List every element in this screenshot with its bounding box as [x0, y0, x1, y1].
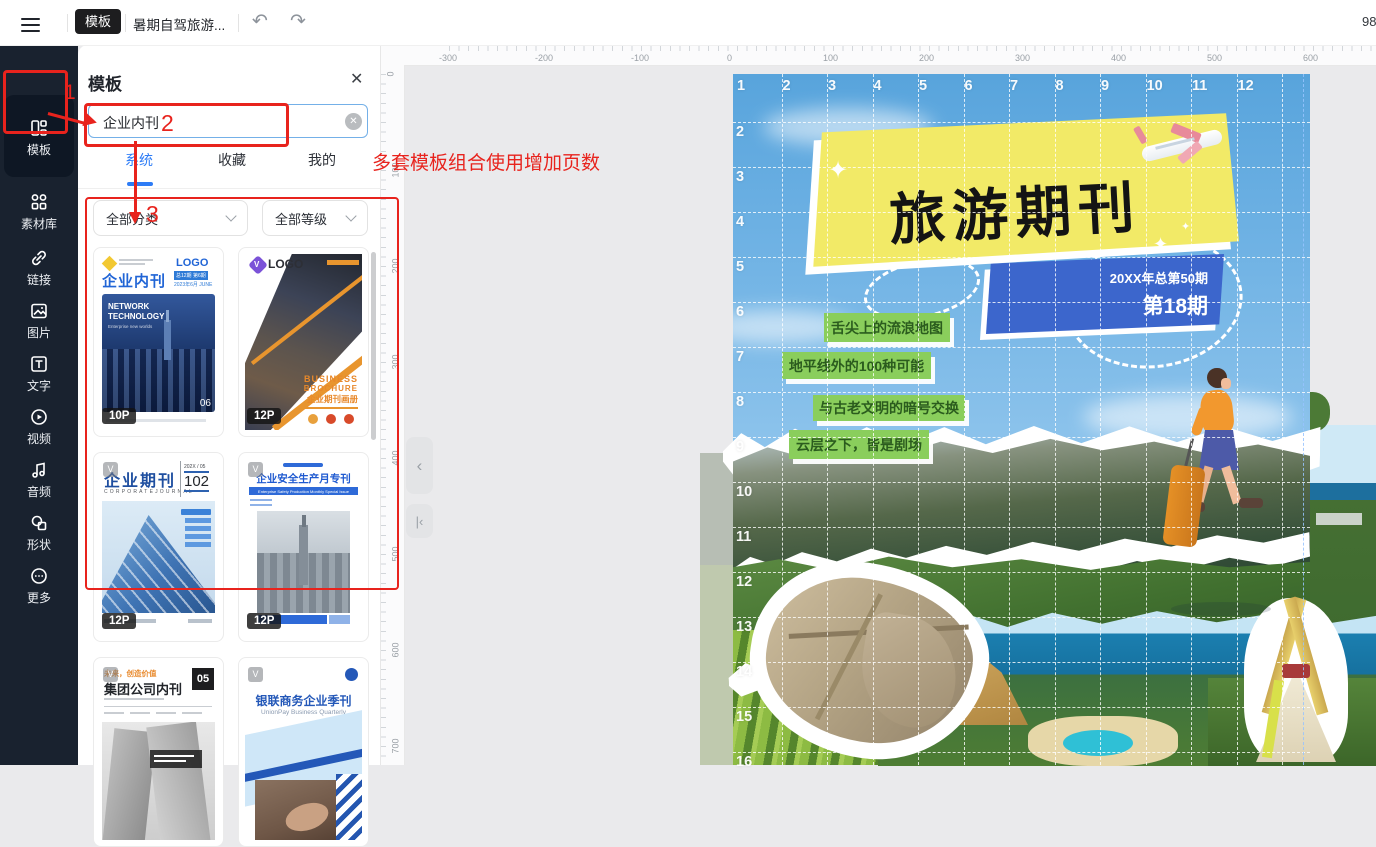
left-sidebar: 模板 素材库 链接 图片 文字 视频 音频 形状 更多 — [0, 45, 78, 765]
ruler-label: 100 — [823, 53, 838, 63]
poster-title-wrap[interactable]: 旅游期刊 — [853, 154, 1178, 266]
clear-search-icon[interactable]: ✕ — [345, 113, 362, 130]
sparkle-icon: ✦ — [1181, 220, 1190, 233]
sparkle-icon: ✦ — [828, 156, 848, 185]
image-icon — [29, 301, 49, 321]
sidebar-item-more[interactable]: 更多 — [0, 561, 78, 611]
traveler-illustration — [1143, 366, 1253, 546]
ruler-label: 700 — [391, 738, 401, 753]
horizontal-ruler[interactable]: -300 -200 -100 0 100 200 300 400 500 600 — [404, 45, 1376, 66]
annotation-number-3: 3 — [146, 201, 159, 228]
undo-icon[interactable]: ↶ — [248, 10, 272, 33]
topic-label[interactable]: 与古老文明的暗号交换 — [813, 395, 965, 421]
topic-label[interactable]: 云层之下，皆是剧场 — [789, 430, 929, 459]
issue-line1: 20XX年总第50期 — [1110, 268, 1208, 287]
annotation-arrow-2 — [134, 141, 137, 213]
text-icon — [29, 354, 49, 374]
annotation-box-step3 — [85, 197, 399, 590]
sparkle-icon: ✦ — [1153, 234, 1168, 255]
ruler-label: 0 — [727, 53, 732, 63]
sidebar-item-assets[interactable]: 素材库 — [0, 187, 78, 237]
collapse-panel-button[interactable]: ‹ — [406, 437, 433, 494]
active-tab-underline — [127, 182, 153, 186]
ruler-label: 600 — [1303, 53, 1318, 63]
topic-label[interactable]: 地平线外的100种可能 — [782, 352, 931, 379]
poster-page[interactable]: 20XX年总第50期 第18期 旅游期刊 ✦ ✦ ✦ — [733, 74, 1310, 765]
page-count-badge: 12P — [247, 613, 281, 629]
annotation-note: 多套模板组合使用增加页数 — [372, 148, 600, 175]
page-overflow-dimmed — [700, 565, 733, 765]
ruler-label: -100 — [631, 53, 649, 63]
annotation-number-1: 1 — [64, 81, 76, 105]
tab-favorites[interactable]: 收藏 — [218, 150, 246, 170]
ruler-label: 400 — [1111, 53, 1126, 63]
zoom-percent[interactable]: 98 — [1362, 14, 1376, 29]
building — [1316, 513, 1362, 525]
sidebar-item-audio[interactable]: 音频 — [0, 455, 78, 505]
teepee-cutout — [1238, 594, 1370, 765]
annotation-box-step2 — [84, 103, 289, 147]
design-editor-app: { "topbar": { "template_pill": "模板", "do… — [0, 0, 1376, 765]
ruler-label: 500 — [1207, 53, 1222, 63]
unionpay-logo — [345, 668, 358, 681]
close-icon[interactable]: ✕ — [350, 69, 363, 89]
annotation-number-2: 2 — [161, 110, 174, 137]
shapes-icon — [29, 513, 49, 533]
sidebar-item-text[interactable]: 文字 — [0, 349, 78, 399]
ruler-label: 0 — [386, 71, 396, 76]
template-card-unionpay-quarterly[interactable]: V 银联商务企业季刊 UnionPay Business Quarterly — [238, 657, 369, 847]
ruler-label: -300 — [439, 53, 457, 63]
page-bleed-line — [1303, 74, 1304, 765]
divider — [238, 14, 239, 32]
ruler-label: 300 — [1015, 53, 1030, 63]
tab-system[interactable]: 系统 — [125, 150, 153, 170]
issue-line2: 第18期 — [1143, 290, 1208, 320]
sidebar-item-video[interactable]: 视频 — [0, 402, 78, 452]
divider — [125, 14, 126, 32]
menu-icon[interactable] — [21, 14, 40, 36]
topic-label[interactable]: 舌尖上的流浪地图 — [824, 313, 950, 342]
pool — [1063, 730, 1133, 756]
ruler-label: -200 — [535, 53, 553, 63]
thumb-photo — [102, 722, 215, 840]
panel-title: 模板 — [88, 70, 122, 95]
document-title[interactable]: 暑期自驾旅游... — [133, 14, 225, 34]
template-pill-button[interactable]: 模板 — [75, 9, 121, 34]
ruler-label: 600 — [391, 642, 401, 657]
thumb-brand: 银联商务企业季刊 — [245, 692, 362, 709]
ruler-label: 200 — [919, 53, 934, 63]
poster-title: 旅游期刊 — [887, 162, 1143, 256]
sidebar-item-images[interactable]: 图片 — [0, 296, 78, 346]
music-note-icon — [29, 460, 49, 480]
collapse-to-edge-button[interactable]: |‹ — [406, 504, 433, 538]
asset-library-icon — [29, 192, 49, 212]
video-icon — [29, 407, 49, 427]
ruler-corner — [380, 45, 405, 66]
ellipsis-icon — [29, 566, 49, 586]
annotation-arrowhead-2 — [129, 212, 141, 224]
sidebar-item-links[interactable]: 链接 — [0, 243, 78, 293]
issue-panel[interactable]: 20XX年总第50期 第18期 — [986, 254, 1224, 334]
page-count-badge: 12P — [102, 613, 136, 629]
link-icon — [29, 248, 49, 268]
divider — [78, 188, 380, 189]
template-card-group-neikan[interactable]: V 未来，创造价值 集团公司内刊 05 — [93, 657, 224, 847]
top-bar: 模板 暑期自驾旅游... ↶ ↷ 98 — [0, 0, 1376, 46]
page-overflow-dimmed — [700, 453, 733, 565]
tab-mine[interactable]: 我的 — [308, 150, 336, 170]
watermark-v: V — [103, 667, 118, 682]
airplane-illustration — [1131, 110, 1246, 182]
footer-bar — [329, 615, 350, 624]
annotation-box-step1 — [3, 70, 68, 134]
watermark-v: V — [248, 667, 263, 682]
thumb-number: 05 — [192, 668, 214, 690]
redo-icon[interactable]: ↷ — [286, 10, 310, 33]
sidebar-item-shapes[interactable]: 形状 — [0, 508, 78, 558]
divider — [67, 14, 68, 32]
stripe-block — [336, 774, 362, 840]
